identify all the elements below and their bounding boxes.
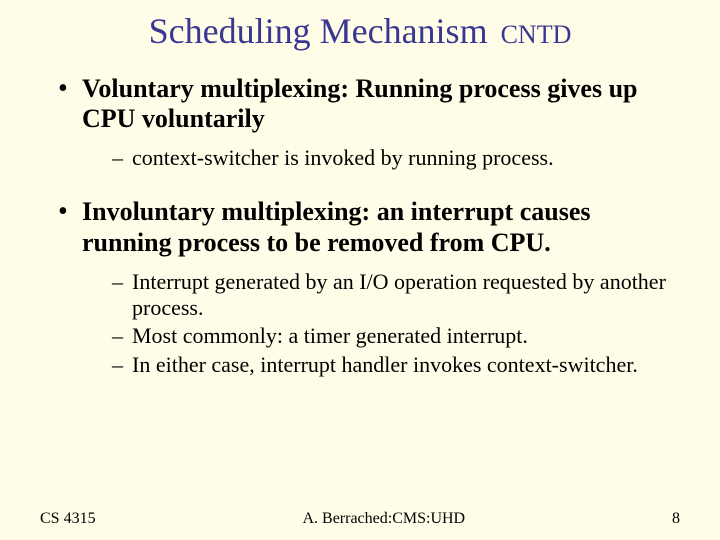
sub-bullet-label: Interrupt generated by an I/O operation … <box>132 269 666 320</box>
bullet-item: Involuntary multiplexing: an interrupt c… <box>54 197 680 378</box>
title-main: Scheduling Mechanism <box>149 11 488 51</box>
sub-bullet-label: In either case, interrupt handler invoke… <box>132 352 638 377</box>
sub-bullet-item: context-switcher is invoked by running p… <box>112 145 680 171</box>
bullet-label: Involuntary multiplexing: an interrupt c… <box>82 197 591 257</box>
sub-bullet-item: In either case, interrupt handler invoke… <box>112 352 680 378</box>
slide: Scheduling Mechanism CNTD Voluntary mult… <box>0 0 720 540</box>
slide-title: Scheduling Mechanism CNTD <box>40 12 680 52</box>
footer-page-number: 8 <box>672 510 680 528</box>
footer-course: CS 4315 <box>40 510 96 528</box>
sub-bullet-item: Interrupt generated by an I/O operation … <box>112 269 680 322</box>
bullet-label: Voluntary multiplexing: Running process … <box>82 74 638 134</box>
footer-author: A. Berrached:CMS:UHD <box>96 510 672 528</box>
bullet-item: Voluntary multiplexing: Running process … <box>54 74 680 172</box>
sub-bullet-list: Interrupt generated by an I/O operation … <box>82 269 680 379</box>
footer: CS 4315 A. Berrached:CMS:UHD 8 <box>0 510 720 528</box>
sub-bullet-label: context-switcher is invoked by running p… <box>132 145 554 170</box>
sub-bullet-item: Most commonly: a timer generated interru… <box>112 323 680 349</box>
sub-bullet-list: context-switcher is invoked by running p… <box>82 145 680 171</box>
sub-bullet-label: Most commonly: a timer generated interru… <box>132 323 528 348</box>
bullet-list: Voluntary multiplexing: Running process … <box>54 74 680 379</box>
title-suffix: CNTD <box>501 20 572 49</box>
